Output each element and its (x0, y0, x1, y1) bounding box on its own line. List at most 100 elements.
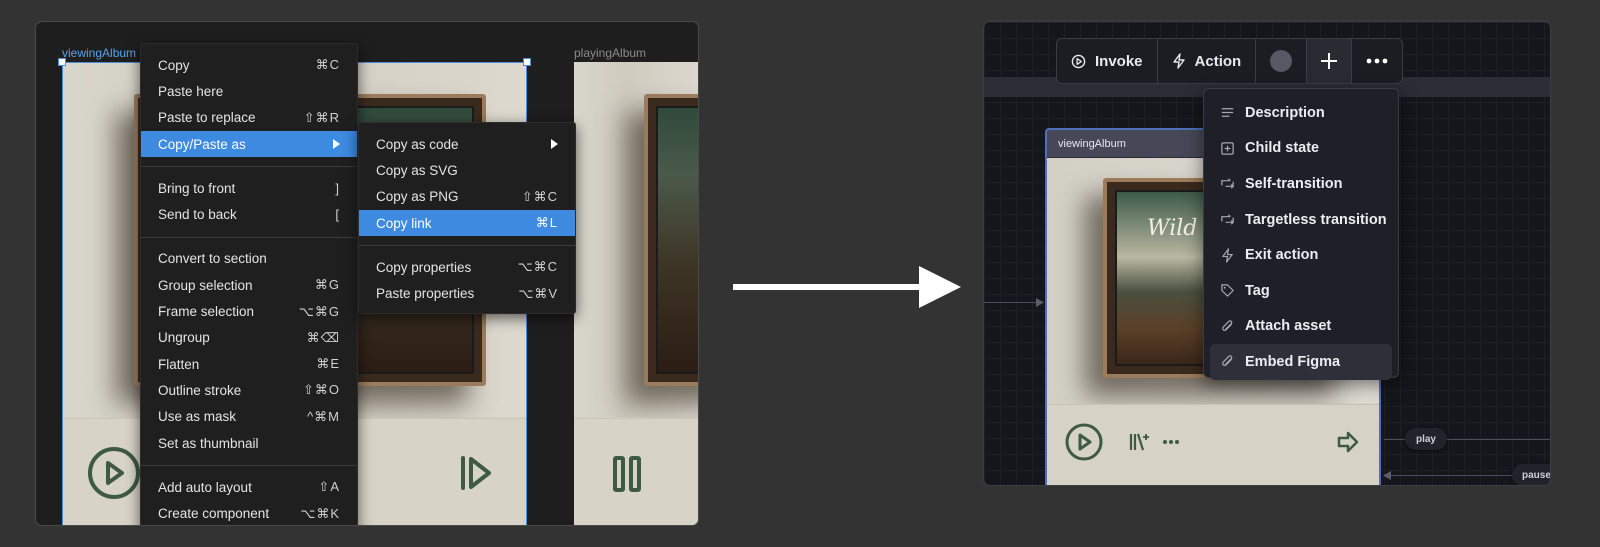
event-pause[interactable]: pause (1512, 464, 1550, 485)
plus-square-icon (1221, 142, 1234, 155)
frame-label-playing-album[interactable]: playingAlbum (574, 46, 646, 60)
resize-handle-top-left[interactable] (58, 58, 66, 66)
menu-item-ungroup[interactable]: Ungroup ⌘⌫ (141, 325, 357, 351)
more-dots-icon (1366, 58, 1388, 64)
menu-item-label: Copy properties (376, 259, 472, 275)
invoke-button[interactable]: Invoke (1057, 39, 1158, 83)
figma-canvas[interactable]: viewingAlbum playingAlbum Copy ⌘C Paste … (35, 21, 699, 526)
menu-item-label: Send to back (158, 207, 237, 223)
menu-item-label: Add auto layout (158, 479, 252, 495)
stately-canvas[interactable]: viewingAlbum Wild W play pause Invoke Ac… (983, 21, 1551, 486)
menu-item-label: Convert to section (158, 251, 267, 267)
menu-item-paste-here[interactable]: Paste here (141, 78, 357, 104)
resize-handle-top-right[interactable] (523, 58, 531, 66)
add-menu-item-label: Attach asset (1245, 318, 1332, 335)
skip-forward-icon[interactable] (458, 455, 494, 491)
invoke-label: Invoke (1095, 52, 1143, 70)
menu-item-shortcut: ⌘⌫ (306, 329, 340, 345)
menu-item-shortcut: ⌥⌘V (518, 285, 558, 301)
menu-item-shortcut: [ (335, 207, 340, 223)
menu-item-shortcut: ⇧A (318, 479, 340, 495)
submenu-arrow-icon (333, 139, 340, 150)
submenu-item-copy-properties[interactable]: Copy properties ⌥⌘C (359, 254, 575, 280)
menu-item-label: Paste to replace (158, 110, 256, 126)
menu-item-label: Paste properties (376, 286, 475, 302)
menu-item-label: Frame selection (158, 304, 255, 320)
action-label: Action (1194, 52, 1242, 70)
playing-album-frame[interactable] (574, 62, 698, 525)
menu-item-shortcut: ⌥⌘K (300, 505, 340, 521)
menu-item-paste-to-replace[interactable]: Paste to replace ⇧⌘R (141, 105, 357, 131)
add-button[interactable] (1307, 39, 1353, 83)
add-menu-item-child-state[interactable]: Child state (1210, 131, 1392, 167)
add-menu-item-description[interactable]: Description (1210, 95, 1392, 131)
menu-item-label: Outline stroke (158, 382, 242, 398)
submenu-arrow-icon (551, 139, 558, 150)
arrowhead-icon (1036, 298, 1044, 307)
menu-item-shortcut: ⌥⌘C (517, 259, 558, 275)
menu-item-flatten[interactable]: Flatten ⌘E (141, 351, 357, 377)
menu-item-group-selection[interactable]: Group selection ⌘G (141, 272, 357, 298)
menu-item-add-auto-layout[interactable]: Add auto layout ⇧A (141, 474, 357, 500)
menu-separator (141, 166, 357, 168)
submenu-item-copy-as-png[interactable]: Copy as PNG ⇧⌘C (359, 184, 575, 210)
add-menu-item-attach-asset[interactable]: Attach asset (1210, 309, 1392, 345)
add-to-library-icon[interactable] (1129, 432, 1151, 452)
color-button[interactable] (1256, 39, 1308, 83)
menu-item-bring-to-front[interactable]: Bring to front] (141, 175, 357, 201)
menu-item-set-as-thumbnail[interactable]: Set as thumbnail (141, 430, 357, 456)
pause-icon[interactable] (612, 455, 642, 493)
frame-label-viewing-album[interactable]: viewingAlbum (62, 46, 136, 60)
menu-item-shortcut: ⌘C (315, 57, 340, 73)
menu-item-label: Ungroup (158, 330, 210, 346)
add-menu-item-exit-action[interactable]: Exit action (1210, 237, 1392, 273)
menu-item-shortcut: ⌘E (316, 356, 340, 372)
more-options-icon[interactable] (1162, 439, 1180, 445)
add-menu-item-targetless-transition[interactable]: Targetless transition (1210, 202, 1392, 238)
add-menu: Description Child state Self-transition Tar… (1203, 88, 1399, 380)
add-menu-item-label: Description (1245, 104, 1325, 121)
menu-item-shortcut: ⇧⌘O (302, 382, 340, 398)
repeat-icon (1221, 214, 1234, 225)
menu-item-label: Paste here (158, 83, 224, 99)
menu-item-shortcut: ⌘G (314, 277, 340, 293)
menu-item-use-as-mask[interactable]: Use as mask ^⌘M (141, 404, 357, 430)
menu-item-label: Bring to front (158, 180, 236, 196)
submenu-item-paste-properties[interactable]: Paste properties ⌥⌘V (359, 280, 575, 306)
menu-item-label: Create component (158, 506, 270, 522)
more-button[interactable] (1352, 39, 1402, 83)
add-menu-item-tag[interactable]: Tag (1210, 273, 1392, 309)
add-menu-item-label: Exit action (1245, 247, 1319, 264)
menu-item-outline-stroke[interactable]: Outline stroke ⇧⌘O (141, 377, 357, 403)
add-menu-item-self-transition[interactable]: Self-transition (1210, 166, 1392, 202)
menu-item-copy-paste-as[interactable]: Copy/Paste as (141, 130, 357, 158)
menu-item-label: Set as thumbnail (158, 435, 259, 451)
paperclip-icon (1222, 355, 1233, 367)
menu-item-create-component[interactable]: Create component ⌥⌘K (141, 500, 357, 525)
menu-item-frame-selection[interactable]: Frame selection ⌥⌘G (141, 298, 357, 324)
state-toolbar: Invoke Action (1056, 38, 1404, 84)
action-button[interactable]: Action (1158, 39, 1257, 83)
menu-item-shortcut: ⇧⌘R (303, 109, 340, 125)
context-menu: Copy ⌘C Paste here Paste to replace ⇧⌘R Copy/… (140, 43, 358, 525)
play-circle-icon[interactable] (86, 445, 142, 501)
menu-item-send-to-back[interactable]: Send to back [ (141, 201, 357, 227)
submenu-item-copy-link[interactable]: Copy link ⌘L (359, 209, 575, 237)
add-menu-item-label: Child state (1245, 140, 1320, 157)
menu-item-shortcut: ^⌘M (307, 408, 340, 424)
menu-separator (359, 245, 575, 247)
share-arrow-icon[interactable] (1337, 431, 1359, 453)
menu-item-convert-to-section[interactable]: Convert to section (141, 246, 357, 272)
menu-item-label: Use as mask (158, 409, 237, 425)
menu-item-shortcut: ] (335, 180, 340, 196)
submenu-item-copy-as-svg[interactable]: Copy as SVG (359, 157, 575, 183)
transition-arrow-icon (733, 266, 961, 308)
submenu-item-copy-as-code[interactable]: Copy as code (359, 131, 575, 157)
repeat-icon (1221, 178, 1234, 190)
add-menu-item-embed-figma[interactable]: Embed Figma (1210, 344, 1392, 380)
event-play[interactable]: play (1405, 428, 1447, 450)
menu-item-shortcut: ⇧⌘C (521, 188, 558, 204)
play-circle-icon[interactable] (1064, 422, 1104, 462)
menu-item-copy[interactable]: Copy ⌘C (141, 52, 357, 78)
text-lines-icon (1221, 108, 1234, 118)
